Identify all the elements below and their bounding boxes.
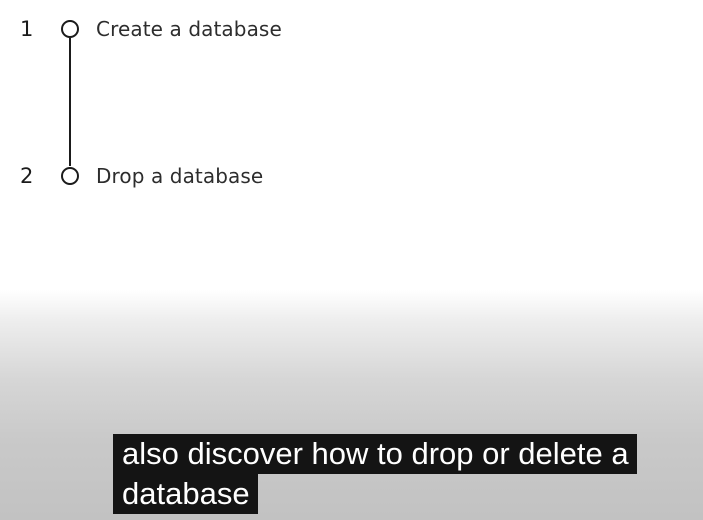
- caption-line: also discover how to drop or delete a: [113, 434, 637, 474]
- step-label: Drop a database: [96, 164, 264, 188]
- step-item-drop-database: 2 Drop a database: [0, 161, 400, 191]
- empty-circle-icon: [61, 167, 79, 185]
- video-caption: also discover how to drop or delete a da…: [113, 434, 673, 514]
- step-item-create-database: 1 Create a database: [0, 14, 400, 44]
- step-label: Create a database: [96, 17, 282, 41]
- step-connector-line: [69, 38, 71, 166]
- step-list: 1 Create a database 2 Drop a database: [0, 0, 703, 290]
- step-number: 1: [20, 17, 34, 41]
- caption-line: database: [113, 474, 258, 514]
- empty-circle-icon: [61, 20, 79, 38]
- step-number: 2: [20, 164, 34, 188]
